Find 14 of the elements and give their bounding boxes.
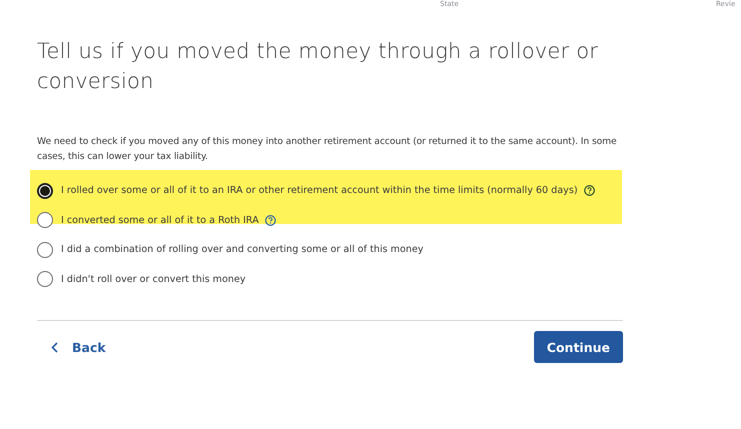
option-label: I did a combination of rolling over and converting some or all of this money (61, 244, 424, 256)
help-icon[interactable] (264, 214, 276, 226)
continue-button[interactable]: Continue (534, 331, 623, 363)
description-text: We need to check if you moved any of this money into another retirement account (or returned it to the same account). In some cases, this can lower your tax liability. (37, 135, 618, 164)
radio-button[interactable] (37, 212, 53, 228)
option-label: I didn't roll over or convert this money (61, 274, 246, 285)
radio-button[interactable] (37, 271, 53, 288)
back-button[interactable]: Back (37, 340, 106, 354)
option-label: I rolled over some or all of it to an IRA or other retirement account within the time limits (normally 60 days) (61, 185, 578, 196)
page-title: Tell us if you moved the money through a rollover or conversion (37, 38, 600, 95)
option-label: I converted some or all of it to a Roth IRA (61, 214, 259, 226)
help-icon[interactable] (584, 185, 595, 196)
radio-button[interactable] (37, 242, 53, 258)
chevron-left-icon (51, 342, 58, 352)
